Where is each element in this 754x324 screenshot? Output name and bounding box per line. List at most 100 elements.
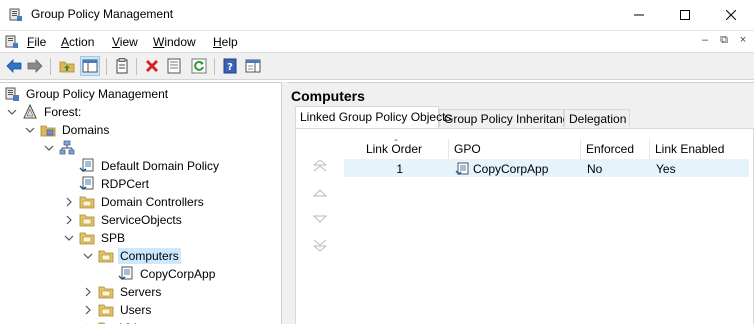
svg-text:?: ?: [227, 62, 233, 73]
menu-bar: File Action View Window Help – ⧉ ×: [0, 31, 754, 53]
tree-item-label: CopyCorpApp: [140, 267, 216, 281]
tree-item-group-policy-management[interactable]: Group Policy Management: [4, 85, 170, 103]
tree-item-vv[interactable]: VV: [82, 319, 138, 324]
gpo-link-icon: [79, 176, 95, 192]
tree-item-default-domain-policy[interactable]: Default Domain Policy: [63, 157, 221, 175]
tree-item-copycorpapp[interactable]: CopyCorpApp: [102, 265, 217, 283]
action-pane-icon[interactable]: [244, 57, 262, 75]
col-gpo[interactable]: GPO: [449, 139, 581, 159]
show-hide-tree-icon[interactable]: [80, 56, 100, 76]
maximize-button[interactable]: [662, 0, 708, 30]
properties-icon[interactable]: [165, 57, 183, 75]
content-title: Computers: [291, 88, 365, 104]
tree-item-spb[interactable]: SPB: [63, 229, 127, 247]
tree-item-label: ServiceObjects: [101, 213, 182, 227]
menu-help[interactable]: Help: [213, 35, 238, 49]
sort-ascending-icon: ⌃: [392, 138, 400, 147]
tree-item-domain[interactable]: [43, 139, 83, 157]
tab-linked-gpos[interactable]: Linked Group Policy Objects: [295, 106, 451, 128]
move-up-icon[interactable]: [312, 186, 328, 200]
refresh-icon[interactable]: [190, 57, 208, 75]
ou-icon: [98, 320, 114, 324]
chevron-right-icon[interactable]: [63, 214, 75, 226]
chevron-right-icon[interactable]: [82, 286, 94, 298]
mdi-restore-button[interactable]: ⧉: [716, 34, 732, 49]
delete-icon[interactable]: [143, 57, 161, 75]
linked-gpos-panel: ⌃ Link Order GPO Enforced Link Enabled 1…: [295, 128, 754, 324]
minimize-button[interactable]: [616, 0, 662, 30]
gpm-app-icon[interactable]: [9, 8, 23, 22]
window-title: Group Policy Management: [31, 7, 174, 21]
console-tree: Group Policy Management Forest: Domains Def…: [0, 82, 282, 324]
ou-icon: [79, 194, 95, 210]
back-arrow-icon[interactable]: [5, 57, 23, 75]
chevron-right-icon[interactable]: [82, 304, 94, 316]
chevron-down-icon[interactable]: [82, 250, 94, 262]
menu-view[interactable]: View: [112, 35, 138, 49]
tree-item-computers[interactable]: Computers: [82, 247, 181, 265]
details-pane: Computers Linked Group Policy Objects Gr…: [287, 82, 754, 324]
tree-item-label: Computers: [118, 248, 181, 264]
gpo-link-icon: [118, 266, 134, 282]
domain-icon: [59, 140, 75, 156]
tree-item-label: Group Policy Management: [26, 87, 169, 101]
cell-enforced: No: [587, 162, 603, 176]
tree-item-users[interactable]: Users: [82, 301, 153, 319]
ou-icon: [79, 212, 95, 228]
menu-window[interactable]: Window: [153, 35, 196, 49]
tree-item-domain-controllers[interactable]: Domain Controllers: [63, 193, 206, 211]
chevron-down-icon[interactable]: [24, 124, 36, 136]
tab-delegation[interactable]: Delegation: [564, 109, 630, 127]
mdi-minimize-button[interactable]: –: [697, 34, 713, 49]
tree-item-forest[interactable]: Forest:: [6, 103, 83, 121]
tree-item-serviceobjects[interactable]: ServiceObjects: [63, 211, 184, 229]
table-header: ⌃ Link Order GPO Enforced Link Enabled: [344, 138, 749, 159]
tab-gp-inheritance[interactable]: Group Policy Inheritance: [439, 109, 575, 127]
chevron-right-icon[interactable]: [63, 196, 75, 208]
forward-arrow-icon[interactable]: [26, 57, 44, 75]
cell-gpo: CopyCorpApp: [450, 160, 582, 178]
col-enforced[interactable]: Enforced: [581, 139, 650, 159]
gpo-link-icon: [455, 162, 469, 176]
mmc-system-menu-icon[interactable]: [5, 35, 19, 49]
tree-item-label: SPB: [101, 231, 126, 245]
tree-item-label: Users: [120, 303, 152, 317]
title-bar: Group Policy Management: [0, 0, 754, 31]
tree-item-label: VV: [118, 320, 138, 324]
table-row[interactable]: 1 CopyCorpApp No Yes: [344, 159, 749, 177]
move-down-icon[interactable]: [312, 212, 328, 226]
chevron-down-icon[interactable]: [63, 232, 75, 244]
col-link-order[interactable]: ⌃ Link Order: [344, 138, 449, 159]
tree-item-label: Domains: [62, 123, 110, 137]
tree-item-label: Domain Controllers: [101, 195, 204, 209]
up-folder-icon[interactable]: [58, 57, 76, 75]
ou-icon: [79, 230, 95, 246]
chevron-down-icon[interactable]: [6, 106, 18, 118]
cell-link-order: 1: [396, 162, 403, 176]
tree-item-servers[interactable]: Servers: [82, 283, 163, 301]
ou-icon: [98, 248, 114, 264]
gpm-icon: [4, 86, 20, 102]
tree-item-label: Forest:: [44, 105, 82, 119]
toolbar: ?: [0, 53, 754, 80]
close-button[interactable]: [708, 0, 754, 30]
move-to-top-icon[interactable]: [312, 159, 328, 173]
chevron-down-icon[interactable]: [43, 142, 55, 154]
help-icon[interactable]: ?: [221, 57, 239, 75]
tree-item-label: RDPCert: [101, 177, 150, 191]
move-to-bottom-icon[interactable]: [312, 238, 328, 252]
col-link-enabled[interactable]: Link Enabled: [650, 139, 749, 159]
clipboard-icon[interactable]: [113, 57, 131, 75]
tree-item-label: Servers: [120, 285, 162, 299]
tree-item-label: Default Domain Policy: [101, 159, 220, 173]
ou-icon: [98, 284, 114, 300]
tree-item-rdpcert[interactable]: RDPCert: [63, 175, 151, 193]
menu-action[interactable]: Action: [61, 35, 94, 49]
tree-item-domains[interactable]: Domains: [24, 121, 111, 139]
mdi-close-button[interactable]: ×: [735, 34, 751, 49]
menu-file[interactable]: File: [27, 35, 46, 49]
tree-item-label: [79, 147, 83, 149]
